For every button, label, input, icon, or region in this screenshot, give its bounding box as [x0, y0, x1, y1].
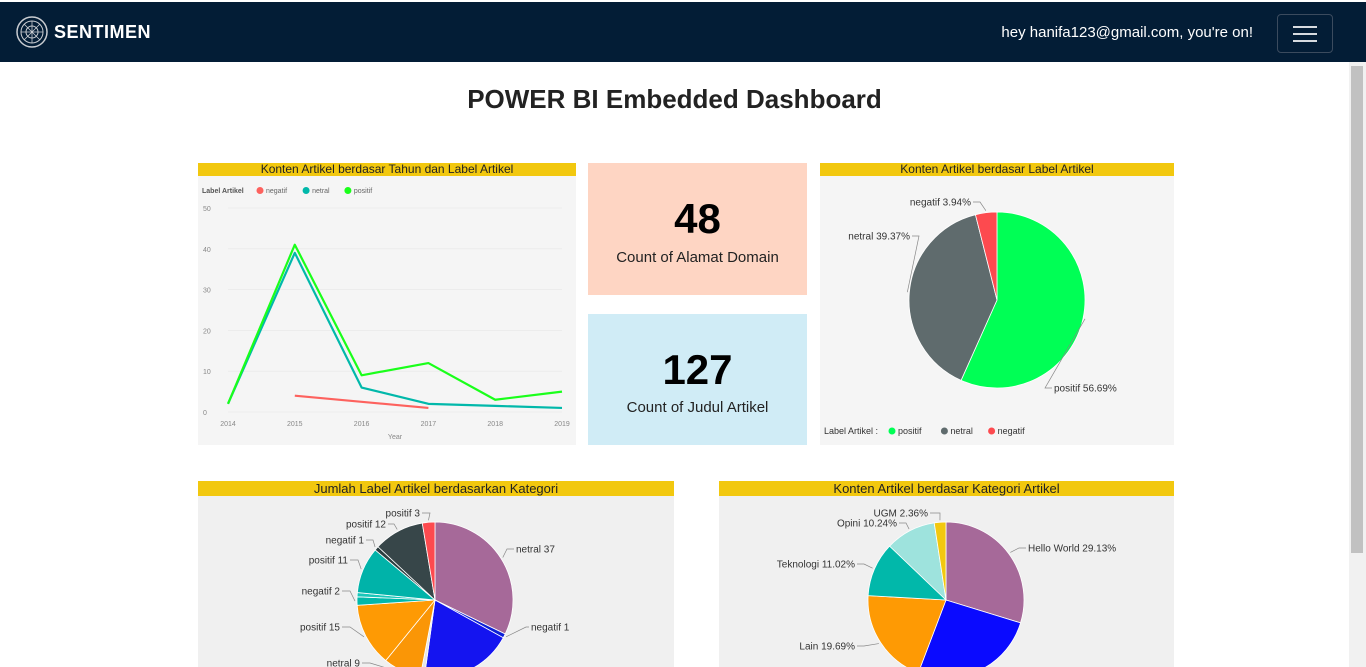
brand-name: SENTIMEN	[54, 21, 152, 42]
legend-label-positif: positif	[898, 426, 922, 436]
y-tick-label: 10	[203, 369, 211, 376]
pie-leader-line	[342, 590, 356, 602]
x-axis-label: Year	[388, 434, 403, 441]
y-tick-label: 0	[203, 410, 207, 417]
pie-kategori-title: Konten Artikel berdasar Kategori Artikel	[719, 481, 1174, 496]
pie-slice-label: positif 15	[300, 623, 340, 634]
pie-leader-line	[930, 512, 941, 521]
pie-leader-line	[505, 626, 529, 638]
x-tick-label: 2018	[487, 421, 503, 428]
page-title: POWER BI Embedded Dashboard	[467, 84, 882, 114]
y-tick-label: 30	[203, 288, 211, 295]
hamburger-menu-button[interactable]	[1277, 14, 1333, 53]
pie-slice-label: positif 56.69%	[1054, 384, 1117, 395]
judul-artikel-count: 127	[662, 346, 733, 393]
y-tick-label: 20	[203, 328, 211, 335]
pie-slice-label: netral 39.37%	[848, 232, 910, 243]
pie-slice-label: UGM 2.36%	[874, 509, 929, 520]
legend-marker-netral	[302, 187, 310, 194]
alamat-domain-count: 48	[674, 195, 721, 242]
x-tick-label: 2019	[554, 421, 570, 428]
legend-marker-negatif	[256, 187, 264, 194]
legend-label-negatif: negatif	[266, 188, 287, 195]
legend-marker-positif	[344, 187, 352, 194]
pie-slice-label: netral 37	[516, 545, 555, 556]
legend-label-positif: positif	[354, 188, 372, 195]
legend-title: Label Artikel	[202, 188, 244, 195]
pie-leader-line	[899, 522, 910, 530]
x-tick-label: 2016	[354, 421, 370, 428]
pie-chart-label-artikel[interactable]: positif 56.69% netral 39.37% negatif 3.94%…	[820, 176, 1174, 445]
pie-slice-label: negatif 1	[326, 536, 365, 547]
user-greeting: hey hanifa123@gmail.com, you're on!	[1001, 24, 1253, 41]
x-tick-label: 2017	[421, 421, 437, 428]
pie-label-title: Konten Artikel berdasar Label Artikel	[820, 163, 1174, 176]
pie-kategori-label-panel: Jumlah Label Artikel berdasarkan Kategor…	[198, 481, 674, 667]
legend-label-netral: netral	[950, 426, 973, 436]
line-chart[interactable]: Label Artikel negatif netral positif 0 10 20 30…	[198, 176, 576, 445]
pie-slice-label: Teknologi 11.02%	[777, 560, 855, 571]
pie-slice-label: negatif 3.94%	[910, 198, 971, 209]
x-tick-label: 2014	[220, 421, 236, 428]
pie-leader-line	[366, 539, 376, 548]
pie-slice-label: positif 12	[346, 520, 386, 531]
pie-leader-line	[973, 201, 987, 211]
pie-slice-label: positif 11	[309, 556, 349, 567]
pie-slice-label: positif 3	[386, 509, 421, 520]
legend-title: Label Artikel :	[824, 426, 878, 436]
judul-artikel-label: Count of Judul Artikel	[626, 399, 769, 416]
y-tick-label: 40	[203, 247, 211, 254]
top-navbar: SENTIMEN hey hanifa123@gmail.com, you're…	[0, 0, 1366, 62]
hamburger-icon	[1293, 26, 1317, 28]
pie-leader-line	[857, 643, 879, 647]
pie-leader-line	[857, 563, 873, 569]
pie-slice-label: negatif 1	[531, 623, 570, 634]
pie-chart-kategori-artikel[interactable]: Hello World 29.13% Lain 19.69% Teknologi 1…	[719, 496, 1174, 667]
legend-label-netral: netral	[312, 188, 330, 195]
pie-slice-label: Lain 19.69%	[799, 642, 855, 653]
pie-kategori-label-title: Jumlah Label Artikel berdasarkan Kategor…	[198, 481, 674, 496]
legend-marker-negatif	[988, 427, 996, 435]
brand-link[interactable]: SENTIMEN	[16, 16, 151, 48]
alamat-domain-card: 48 Count of Alamat Domain	[588, 163, 807, 295]
legend-label-negatif: negatif	[998, 426, 1026, 436]
x-tick-label: 2015	[287, 421, 303, 428]
pie-leader-line	[342, 626, 365, 638]
pie-leader-line	[388, 523, 398, 530]
pie-slice-label: negatif 2	[302, 587, 341, 598]
series-line-negatif	[294, 394, 429, 410]
legend-marker-positif	[888, 427, 896, 435]
scrollbar-thumb[interactable]	[1351, 66, 1363, 553]
y-tick-label: 50	[203, 206, 211, 213]
pie-leader-line	[350, 559, 362, 570]
judul-artikel-card: 127 Count of Judul Artikel	[588, 314, 807, 445]
pie-slice-label: Hello World 29.13%	[1028, 544, 1116, 555]
pie-label-panel: Konten Artikel berdasar Label Artikel po…	[820, 163, 1174, 445]
pie-leader-line	[1010, 547, 1026, 553]
pie-slice-label: Opini 10.24%	[837, 519, 897, 530]
pie-kategori-panel: Konten Artikel berdasar Kategori Artikel…	[719, 481, 1174, 667]
line-chart-title: Konten Artikel berdasar Tahun dan Label …	[198, 163, 576, 176]
legend-marker-netral	[940, 427, 948, 435]
pie-leader-line	[422, 512, 431, 521]
line-chart-panel: Konten Artikel berdasar Tahun dan Label …	[198, 163, 576, 445]
page-scrollbar[interactable]	[1349, 62, 1366, 667]
pie-chart-kategori-label[interactable]: netral 37 negatif 1 netral 9 positif 15 nega…	[198, 496, 674, 667]
series-line-positif	[226, 243, 563, 405]
pie-leader-line	[502, 548, 514, 558]
alamat-domain-label: Count of Alamat Domain	[616, 249, 779, 266]
pie-slice-label: netral 9	[327, 659, 361, 667]
university-seal-logo	[16, 16, 48, 48]
